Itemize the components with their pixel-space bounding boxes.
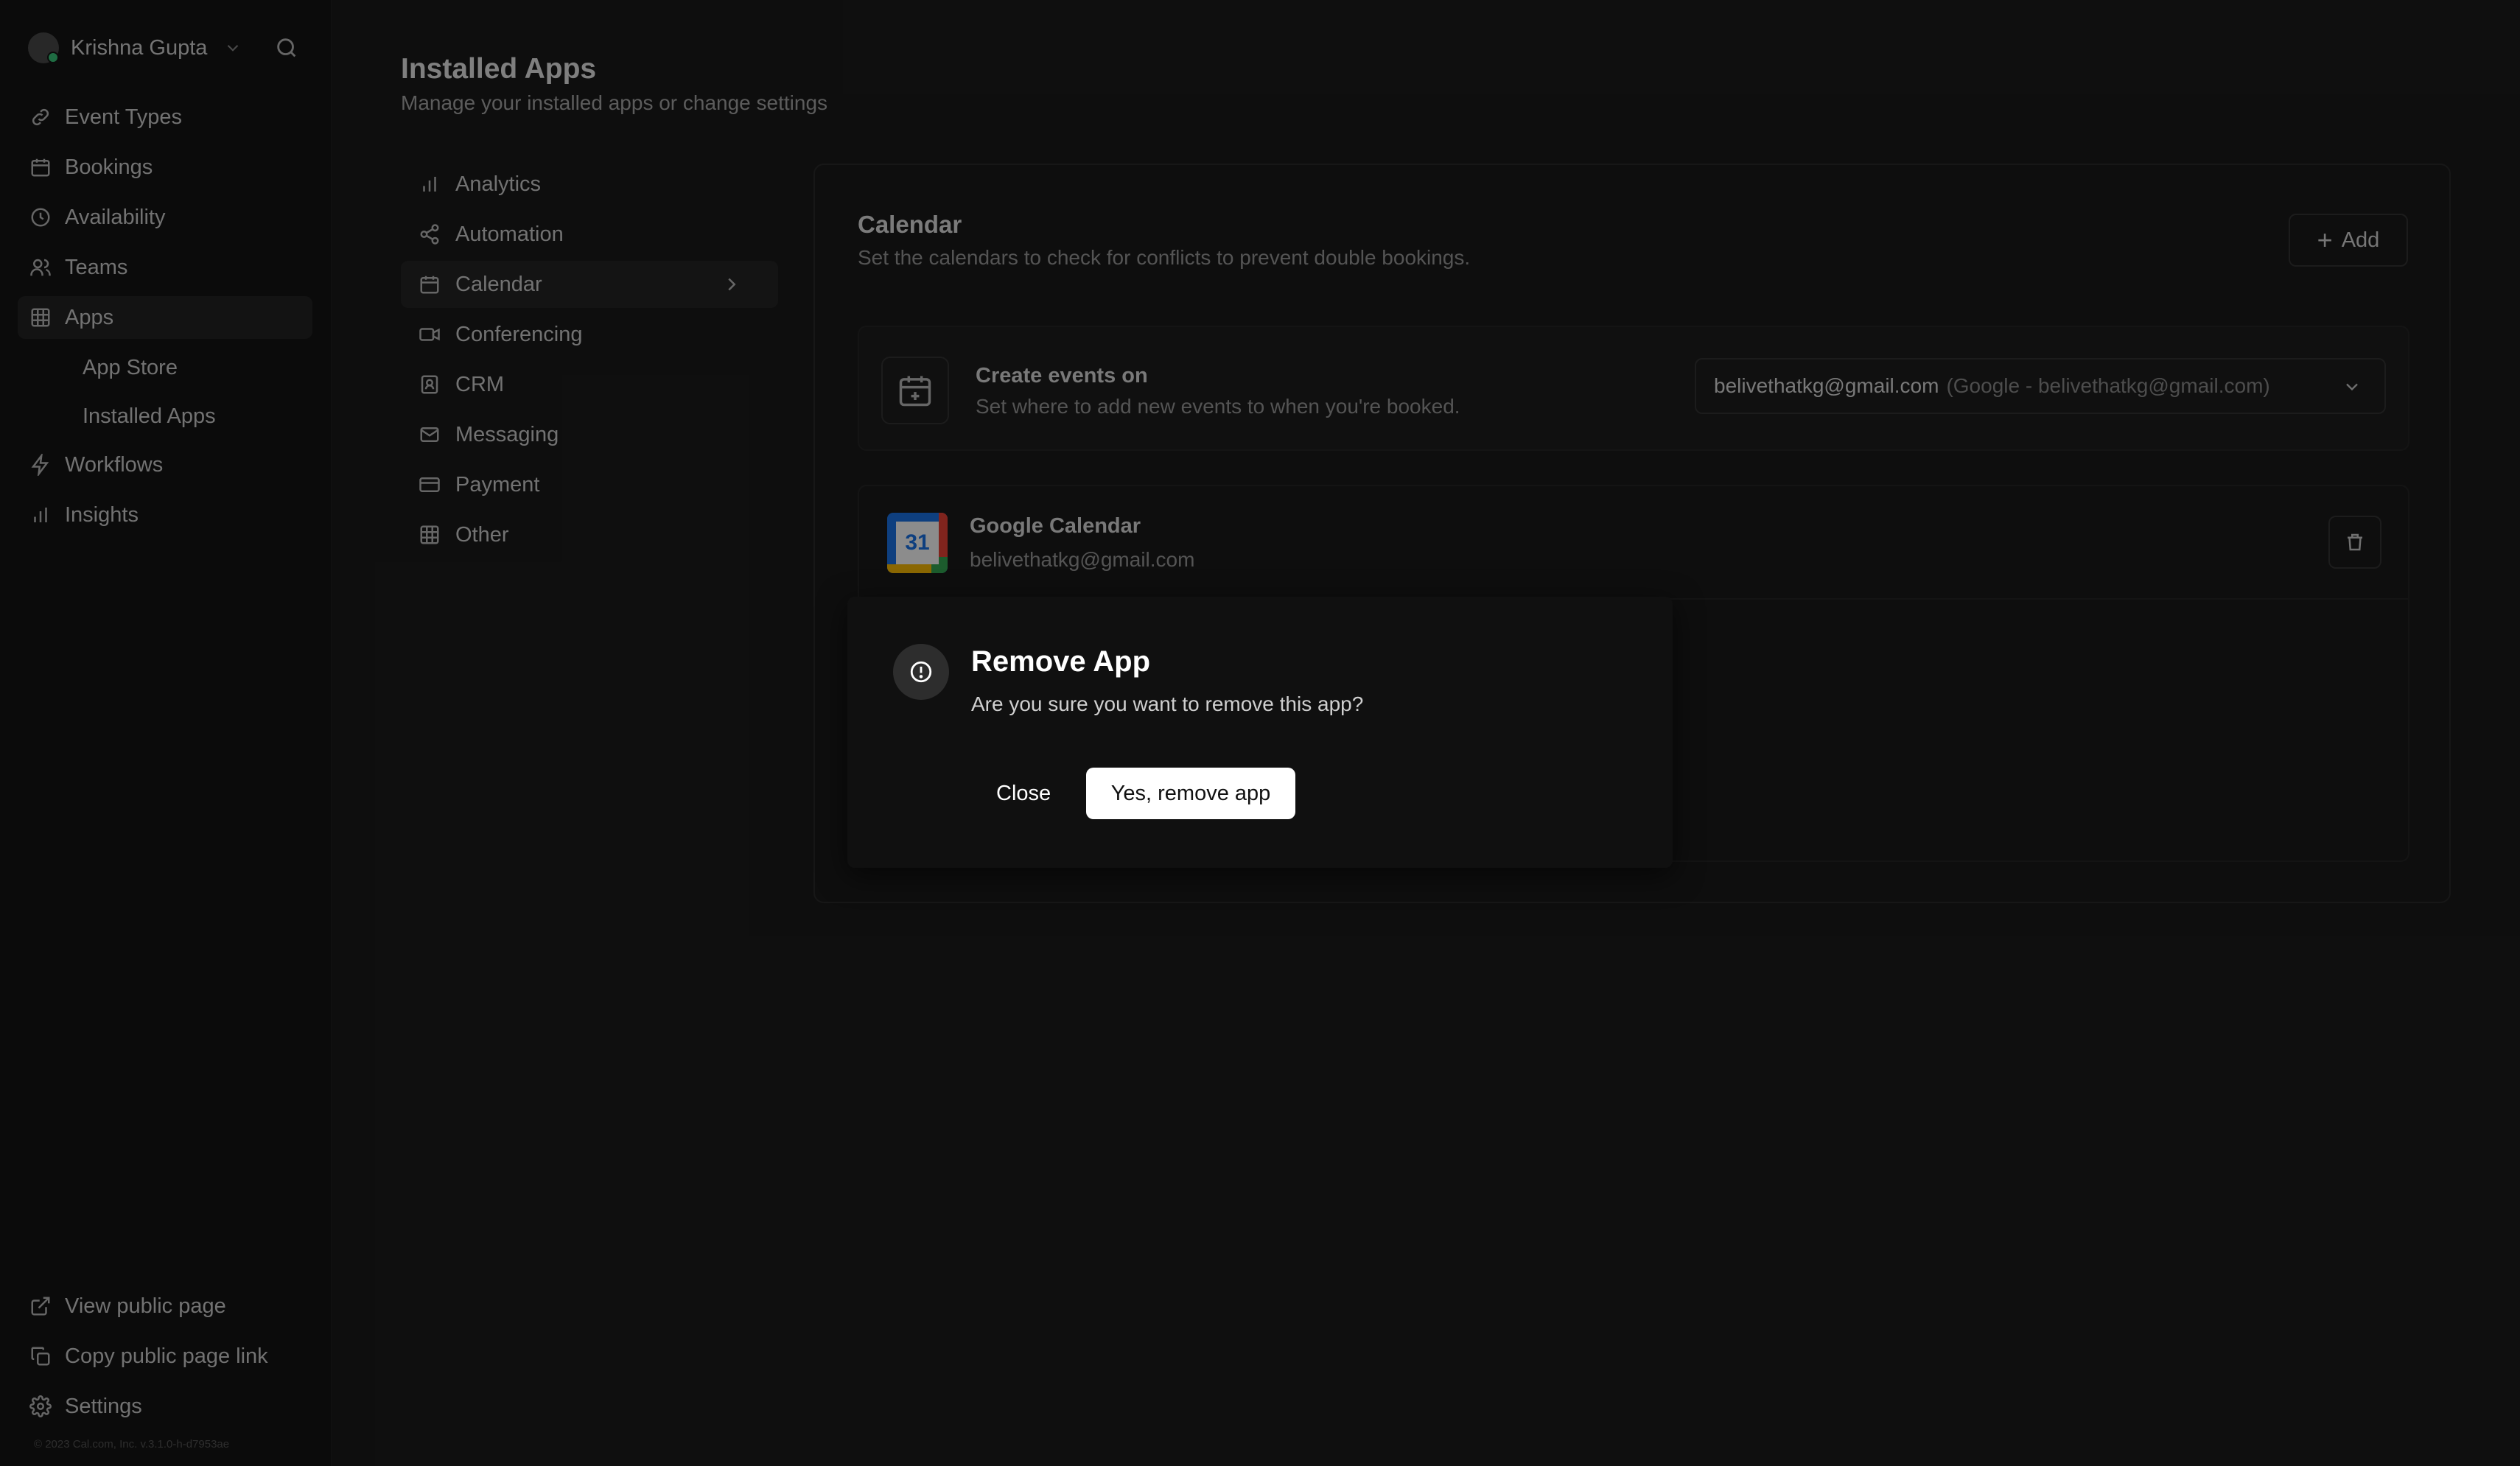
close-button[interactable]: Close bbox=[980, 768, 1067, 819]
dialog-title: Remove App bbox=[971, 645, 1151, 678]
alert-circle-icon bbox=[893, 644, 949, 700]
dialog-text: Are you sure you want to remove this app… bbox=[971, 692, 1364, 715]
remove-app-dialog: Remove App Are you sure you want to remo… bbox=[847, 597, 1673, 868]
confirm-remove-button[interactable]: Yes, remove app bbox=[1086, 768, 1295, 819]
